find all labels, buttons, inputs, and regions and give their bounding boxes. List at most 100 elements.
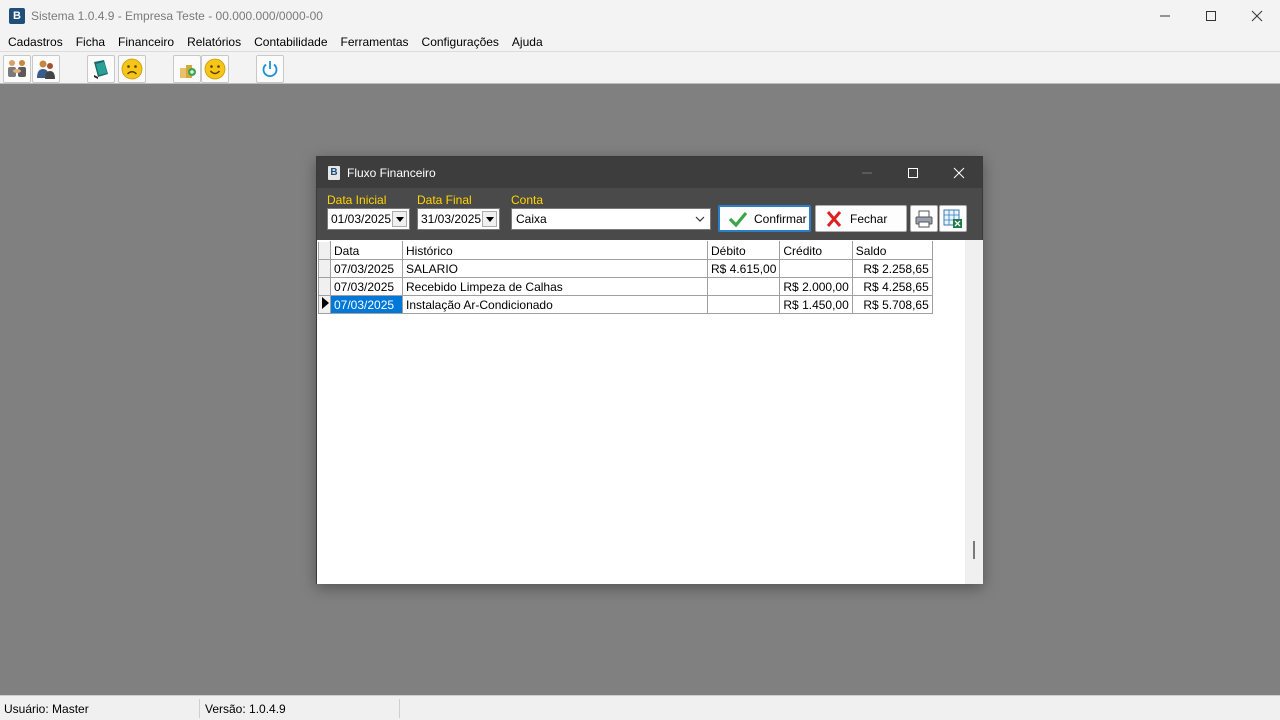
row-indicator[interactable] (318, 295, 331, 314)
toolbar-power-button[interactable] (256, 55, 284, 83)
close-button[interactable] (1234, 0, 1280, 32)
fechar-button[interactable]: Fechar (815, 205, 907, 232)
confirmar-button[interactable]: Confirmar (718, 205, 811, 232)
minimize-button[interactable] (1142, 0, 1188, 32)
maximize-icon (908, 167, 918, 178)
cell-debito[interactable]: R$ 4.615,00 (706, 259, 781, 278)
data-inicial-picker[interactable]: 01/03/2025 (327, 208, 410, 230)
users-icon (37, 60, 55, 79)
cell-debito[interactable] (706, 277, 781, 296)
data-final-label: Data Final (417, 193, 472, 207)
cell-credito[interactable]: R$ 1.450,00 (779, 295, 853, 314)
vertical-scrollbar[interactable] (965, 240, 983, 584)
child-title-bar: B Fluxo Financeiro (317, 157, 982, 188)
table-header-row: Data Histórico Débito Crédito Saldo (318, 241, 933, 260)
menu-financeiro[interactable]: Financeiro (112, 35, 180, 49)
cell-saldo[interactable]: R$ 5.708,65 (851, 295, 933, 314)
data-inicial-dropdown-button[interactable] (392, 211, 407, 227)
child-app-icon: B (328, 165, 340, 180)
confirmar-label: Confirmar (754, 211, 807, 226)
data-inicial-label: Data Inicial (327, 193, 387, 207)
cell-credito[interactable] (779, 259, 853, 278)
maximize-button[interactable] (1188, 0, 1234, 32)
row-indicator[interactable] (318, 277, 331, 296)
cell-data-selected[interactable]: 07/03/2025 (330, 295, 403, 314)
chevron-down-icon (695, 216, 705, 222)
column-header-data[interactable]: Data (330, 241, 403, 260)
window-controls (1142, 0, 1280, 32)
main-title-bar: B Sistema 1.0.4.9 - Empresa Teste - 00.0… (0, 0, 1280, 32)
maximize-icon (1206, 11, 1216, 21)
conta-select[interactable]: Caixa (511, 208, 711, 230)
menu-ajuda[interactable]: Ajuda (506, 35, 549, 49)
table-row[interactable]: 07/03/2025 SALARIO R$ 4.615,00 R$ 2.258,… (318, 259, 933, 278)
spreadsheet-export-icon (943, 209, 962, 228)
smiley-icon (204, 58, 226, 80)
column-header-debito[interactable]: Débito (706, 241, 781, 260)
menu-ferramentas[interactable]: Ferramentas (335, 35, 415, 49)
close-icon (953, 167, 965, 178)
money-plant-icon (180, 65, 196, 78)
menu-relatorios[interactable]: Relatórios (181, 35, 247, 49)
data-inicial-value: 01/03/2025 (331, 212, 392, 226)
fluxo-table: Data Histórico Débito Crédito Saldo 07/0… (318, 241, 933, 314)
conta-value: Caixa (516, 212, 547, 226)
app-icon: B (9, 8, 25, 24)
window-title: Sistema 1.0.4.9 - Empresa Teste - 00.000… (31, 9, 323, 23)
row-indicator-header (318, 241, 331, 260)
export-excel-button[interactable] (939, 205, 967, 232)
close-icon (1251, 10, 1263, 22)
child-close-button[interactable] (936, 157, 982, 188)
printer-icon (915, 210, 933, 227)
cell-historico[interactable]: SALARIO (402, 259, 708, 278)
cell-data[interactable]: 07/03/2025 (330, 277, 403, 296)
menu-contabilidade[interactable]: Contabilidade (248, 35, 333, 49)
toolbar-smiley-button[interactable] (201, 55, 229, 83)
column-header-credito[interactable]: Crédito (779, 241, 853, 260)
toolbar-finance-button[interactable] (173, 55, 201, 83)
child-minimize-button[interactable] (844, 157, 890, 188)
menu-ficha[interactable]: Ficha (70, 35, 111, 49)
scrollbar-thumb[interactable] (973, 541, 975, 559)
cell-debito[interactable] (706, 295, 781, 314)
data-final-dropdown-button[interactable] (482, 211, 497, 227)
column-header-saldo[interactable]: Saldo (851, 241, 933, 260)
current-row-arrow-icon (321, 297, 329, 309)
conta-dropdown-button[interactable] (694, 213, 706, 225)
print-button[interactable] (910, 205, 938, 232)
cell-historico[interactable]: Instalação Ar-Condicionado (402, 295, 708, 314)
table-row[interactable]: 07/03/2025 Recebido Limpeza de Calhas R$… (318, 277, 933, 296)
sad-face-icon (121, 58, 143, 80)
row-indicator[interactable] (318, 259, 331, 278)
dropdown-arrow-icon (395, 216, 404, 222)
menu-bar: Cadastros Ficha Financeiro Relatórios Co… (0, 32, 1280, 51)
power-icon (262, 61, 278, 78)
toolbar-sad-face-button[interactable] (118, 55, 146, 83)
cell-historico[interactable]: Recebido Limpeza de Calhas (402, 277, 708, 296)
cell-saldo[interactable]: R$ 2.258,65 (851, 259, 933, 278)
column-header-historico[interactable]: Histórico (402, 241, 708, 260)
status-versao: Versão: 1.0.4.9 (201, 699, 400, 718)
child-maximize-button[interactable] (890, 157, 936, 188)
menu-configuracoes[interactable]: Configurações (416, 35, 505, 49)
cell-data[interactable]: 07/03/2025 (330, 259, 403, 278)
toolbar-handshake-button[interactable] (3, 55, 31, 83)
status-usuario: Usuário: Master (0, 699, 200, 718)
toolbar-users-button[interactable] (32, 55, 60, 83)
table-row[interactable]: 07/03/2025 Instalação Ar-Condicionado R$… (318, 295, 933, 314)
cell-credito[interactable]: R$ 2.000,00 (779, 277, 853, 296)
fechar-label: Fechar (850, 211, 888, 226)
toolbar-book-button[interactable] (87, 55, 115, 83)
filter-panel: Data Inicial 01/03/2025 Data Final 31/03… (317, 188, 982, 240)
data-final-picker[interactable]: 31/03/2025 (417, 208, 500, 230)
cell-saldo[interactable]: R$ 4.258,65 (851, 277, 933, 296)
handshake-icon (8, 60, 26, 77)
conta-label: Conta (511, 193, 544, 207)
minimize-icon (1160, 15, 1170, 17)
menu-cadastros[interactable]: Cadastros (2, 35, 69, 49)
data-grid[interactable]: Data Histórico Débito Crédito Saldo 07/0… (317, 240, 965, 584)
fluxo-financeiro-window: B Fluxo Financeiro Data Inicial 01/03/20… (316, 156, 983, 584)
minimize-icon (862, 172, 872, 173)
toolbar (0, 51, 1280, 84)
child-window-controls (844, 157, 982, 188)
